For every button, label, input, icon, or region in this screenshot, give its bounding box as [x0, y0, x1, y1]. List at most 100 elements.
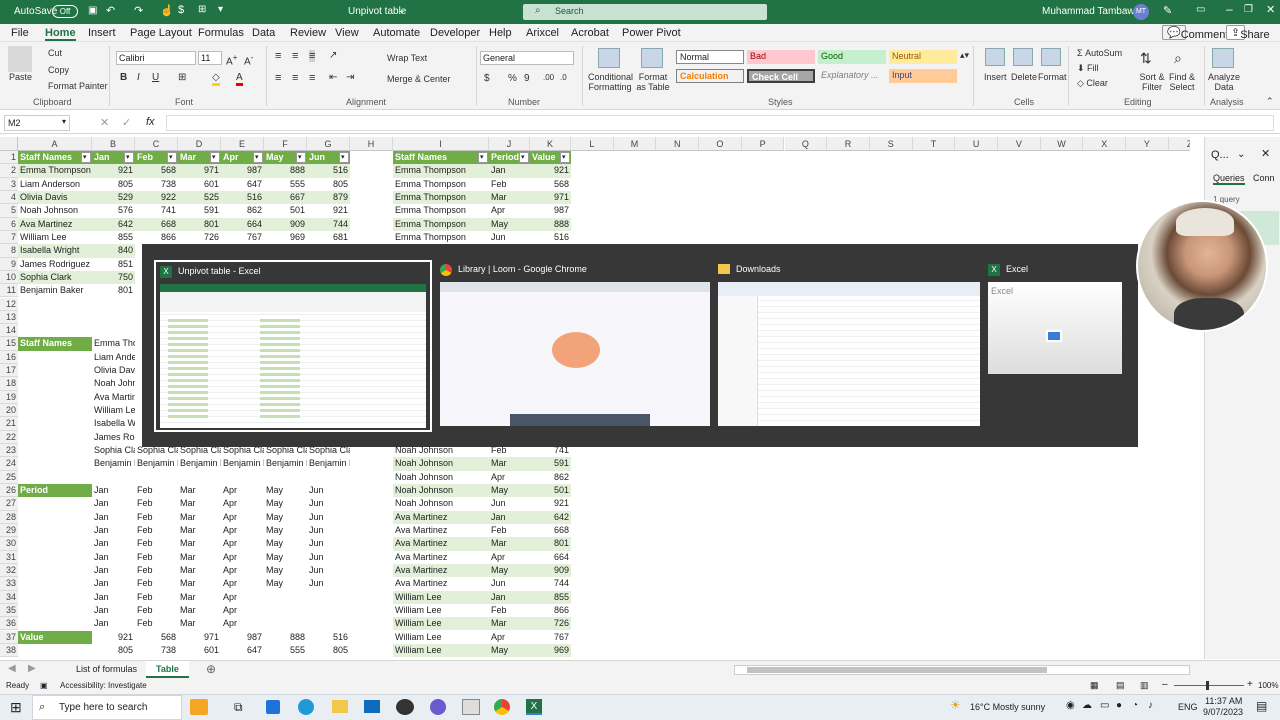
delete-cells-icon[interactable] [1013, 48, 1033, 66]
align-center-icon[interactable]: ≡ [292, 72, 298, 84]
column-header[interactable]: D [178, 137, 221, 151]
table-cell[interactable]: Mar [489, 537, 530, 551]
merge-center-button[interactable]: Merge & Center [387, 74, 451, 84]
conditional-formatting-button[interactable]: Conditional Formatting [588, 72, 633, 92]
paste-button[interactable]: Paste [9, 72, 32, 82]
table-cell[interactable]: Jun [489, 497, 530, 510]
taskbar-search[interactable]: ⌕ Type here to search [32, 695, 182, 720]
fill-button[interactable]: ⬇ Fill [1077, 63, 1099, 74]
row-header[interactable]: 2 [0, 164, 18, 178]
row-header[interactable]: 21 [0, 417, 18, 431]
row-header[interactable]: 27 [0, 497, 18, 511]
store-icon[interactable] [266, 700, 280, 714]
table-cell[interactable]: Ava Martinez [393, 577, 489, 590]
cell[interactable]: Jun [307, 551, 350, 564]
zoom-slider-handle[interactable] [1206, 681, 1209, 690]
macro-record-icon[interactable]: ▣ [40, 681, 48, 690]
table-cell[interactable]: Olivia Davis [18, 190, 92, 205]
row-header[interactable]: 25 [0, 470, 18, 484]
tab-page-layout[interactable]: Page Layout [130, 27, 192, 39]
column-header[interactable]: B [92, 137, 135, 151]
dell-icon[interactable] [396, 699, 414, 715]
format-as-table-button[interactable]: Format as Table [634, 72, 672, 92]
table-cell[interactable]: Ava Martinez [393, 537, 489, 551]
cell[interactable]: Jun [307, 497, 350, 510]
autosave-toggle[interactable]: Off [52, 5, 78, 18]
cell[interactable]: Feb [135, 511, 178, 524]
indent-icon[interactable]: ⇤ [329, 72, 337, 83]
cell[interactable]: Jun [307, 537, 350, 550]
table-cell[interactable]: 862 [221, 204, 264, 217]
table-cell[interactable]: Noah Johnson [393, 457, 489, 471]
tab-home[interactable]: Home [45, 27, 76, 41]
cell[interactable]: Apr [221, 617, 264, 630]
row-header[interactable]: 15 [0, 337, 18, 351]
cell[interactable]: Mar [178, 484, 221, 497]
clock-time[interactable]: 11:37 AM [1205, 696, 1242, 706]
clear-button[interactable]: ◇ Clear [1077, 78, 1108, 89]
tab-arixcel[interactable]: Arixcel [526, 27, 559, 39]
cell[interactable]: Mar [178, 564, 221, 577]
close-pane-icon[interactable]: ✕ [1261, 147, 1270, 160]
table-cell[interactable]: Sophia Clark [18, 270, 92, 285]
column-header[interactable]: S [869, 137, 913, 151]
table-cell[interactable]: 969 [264, 231, 307, 244]
normal-view-icon[interactable]: ▦ [1090, 680, 1099, 691]
column-header[interactable]: A [18, 137, 92, 151]
cell[interactable]: May [264, 511, 307, 524]
cell[interactable]: Jan [92, 577, 135, 590]
row-header[interactable]: 19 [0, 390, 18, 405]
mail-icon[interactable] [364, 700, 380, 713]
format-painter-button[interactable]: Format Painter [48, 81, 108, 91]
find-select-button[interactable]: Find & Select [1167, 72, 1197, 92]
table-cell[interactable]: Mar [489, 457, 530, 471]
table-cell[interactable]: Apr [489, 204, 530, 217]
autosum-button[interactable]: Σ AutoSum [1077, 48, 1122, 58]
formula-input[interactable] [166, 115, 1274, 131]
avatar[interactable]: MT [1133, 4, 1149, 20]
font-name-select[interactable]: Calibri [116, 51, 196, 65]
cell[interactable]: Mar [178, 604, 221, 617]
dollar-icon[interactable]: $ [178, 4, 184, 16]
redo-icon[interactable]: ↷ [134, 4, 143, 17]
table-cell[interactable]: 516 [221, 190, 264, 205]
cell[interactable]: Jan [92, 617, 135, 630]
cell[interactable]: Apr [221, 511, 264, 524]
row-header[interactable]: 4 [0, 190, 18, 205]
table-cell[interactable]: 601 [178, 178, 221, 191]
battery-icon[interactable]: ▭ [1100, 700, 1109, 711]
zoom-out-icon[interactable]: – [1162, 679, 1168, 690]
table-cell[interactable]: Emma Thompson [393, 231, 489, 244]
language-indicator[interactable]: ENG [1178, 702, 1198, 712]
table-cell[interactable]: Ava Martinez [393, 551, 489, 564]
table-cell[interactable]: William Lee [393, 631, 489, 644]
style-check-cell[interactable]: Check Cell [747, 69, 815, 83]
filter-dropdown-icon[interactable]: ▾ [339, 152, 349, 163]
cell[interactable]: James Rodriguez [92, 431, 135, 444]
comma-icon[interactable]: 9 [524, 73, 530, 84]
row-header[interactable]: 20 [0, 404, 18, 418]
enter-icon[interactable]: ✓ [122, 116, 131, 129]
cell[interactable]: Feb [135, 591, 178, 604]
table-cell[interactable]: Apr [489, 471, 530, 484]
outdent-icon[interactable]: ⇥ [346, 72, 354, 83]
tab-formulas[interactable]: Formulas [198, 27, 244, 39]
sort-filter-button[interactable]: Sort & Filter [1138, 72, 1166, 92]
sheet-tab-table[interactable]: Table [146, 661, 189, 678]
tab-insert[interactable]: Insert [88, 27, 116, 39]
cell[interactable]: Apr [221, 537, 264, 550]
page-layout-view-icon[interactable]: ▤ [1116, 680, 1125, 691]
cell[interactable]: Sophia Clark [92, 444, 135, 457]
table-cell[interactable]: 909 [530, 563, 571, 578]
cell[interactable]: Benjamin Baker [135, 457, 178, 470]
search-pane-icon[interactable]: Q... [1211, 149, 1229, 161]
table-cell[interactable]: 866 [135, 231, 178, 244]
switcher-item-chrome[interactable]: Library | Loom - Google Chrome [436, 260, 710, 432]
cell[interactable]: 987 [221, 631, 264, 644]
table-cell[interactable]: 741 [135, 204, 178, 217]
table-cell[interactable]: 971 [530, 190, 571, 205]
style-explanatory[interactable]: Explanatory ... [818, 69, 886, 83]
insert-function-button[interactable]: fx [146, 116, 155, 128]
table-cell[interactable]: Emma Thompson [18, 164, 92, 178]
row-header[interactable]: 28 [0, 510, 18, 524]
